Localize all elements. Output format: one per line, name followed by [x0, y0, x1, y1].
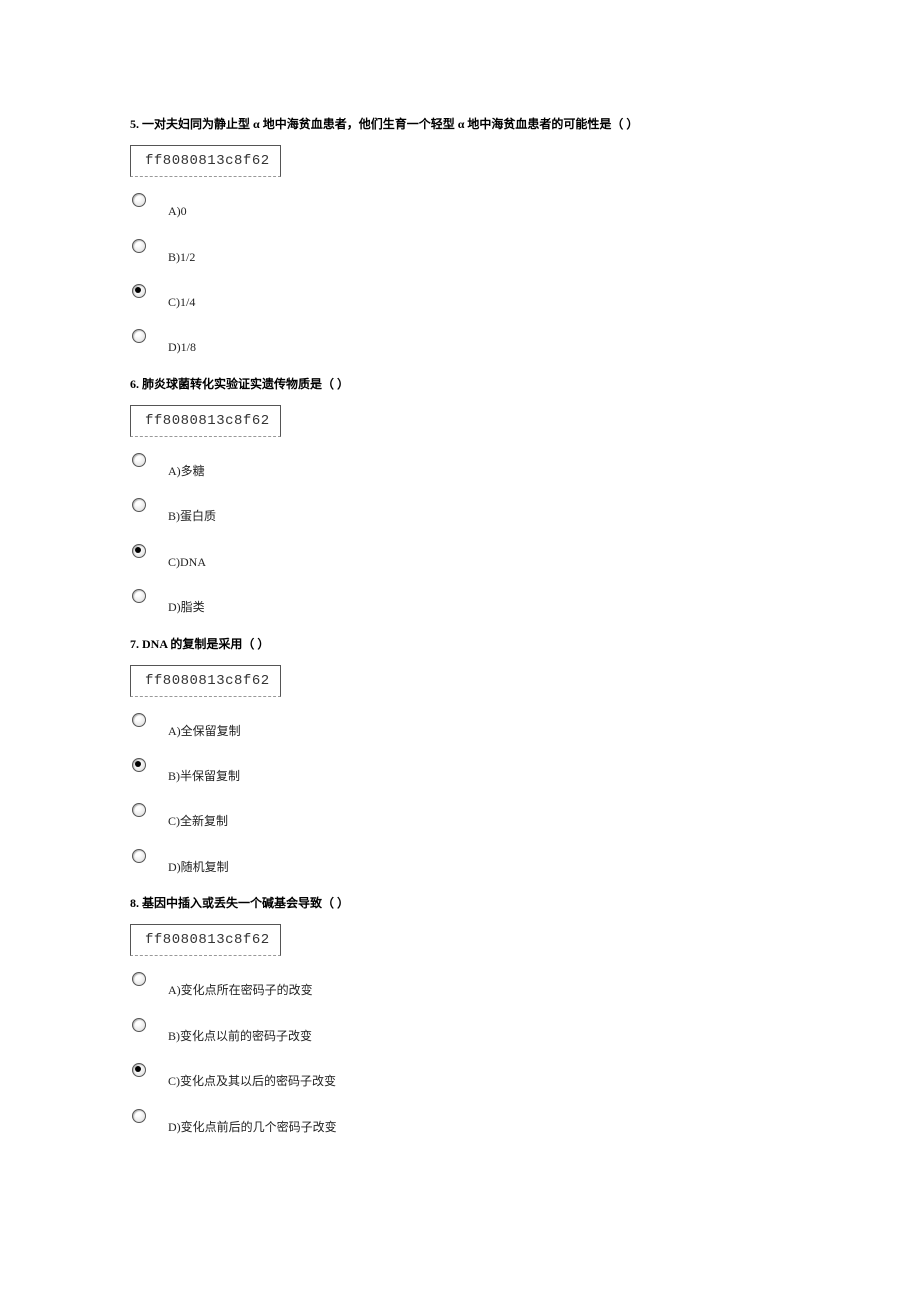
- radio-wrap[interactable]: [130, 972, 168, 986]
- option-row[interactable]: D)脂类: [130, 589, 860, 614]
- radio-icon[interactable]: [132, 284, 146, 298]
- option-row[interactable]: A)多糖: [130, 453, 860, 478]
- radio-wrap[interactable]: [130, 239, 168, 253]
- radio-icon[interactable]: [132, 589, 146, 603]
- page: 5. 一对夫妇同为静止型 α 地中海贫血患者，他们生育一个轻型 α 地中海贫血患…: [0, 0, 920, 1134]
- option-label: B)半保留复制: [168, 758, 240, 783]
- option-label: B)变化点以前的密码子改变: [168, 1018, 312, 1043]
- radio-wrap[interactable]: [130, 453, 168, 467]
- radio-wrap[interactable]: [130, 544, 168, 558]
- radio-wrap[interactable]: [130, 193, 168, 207]
- radio-icon[interactable]: [132, 239, 146, 253]
- options-group: A)变化点所在密码子的改变 B)变化点以前的密码子改变 C)变化点及其以后的密码…: [130, 972, 860, 1134]
- radio-icon[interactable]: [132, 849, 146, 863]
- question-code: ff8080813c8f62: [130, 665, 281, 697]
- question-block: 5. 一对夫妇同为静止型 α 地中海贫血患者，他们生育一个轻型 α 地中海贫血患…: [130, 115, 860, 355]
- option-label: A)0: [168, 193, 187, 218]
- question-text: 基因中插入或丢失一个碱基会导致（ ）: [142, 896, 349, 910]
- option-row[interactable]: A)全保留复制: [130, 713, 860, 738]
- option-row[interactable]: C)变化点及其以后的密码子改变: [130, 1063, 860, 1088]
- option-row[interactable]: C)DNA: [130, 544, 860, 569]
- option-row[interactable]: D)随机复制: [130, 849, 860, 874]
- option-row[interactable]: C)全新复制: [130, 803, 860, 828]
- question-number: 7.: [130, 637, 139, 651]
- option-row[interactable]: A)变化点所在密码子的改变: [130, 972, 860, 997]
- option-label: B)蛋白质: [168, 498, 216, 523]
- radio-icon[interactable]: [132, 544, 146, 558]
- options-group: A)全保留复制 B)半保留复制 C)全新复制 D)随机复制: [130, 713, 860, 875]
- radio-wrap[interactable]: [130, 758, 168, 772]
- question-block: 8. 基因中插入或丢失一个碱基会导致（ ） ff8080813c8f62 A)变…: [130, 894, 860, 1134]
- option-row[interactable]: C)1/4: [130, 284, 860, 309]
- question-number: 8.: [130, 896, 139, 910]
- option-row[interactable]: B)变化点以前的密码子改变: [130, 1018, 860, 1043]
- option-label: A)变化点所在密码子的改变: [168, 972, 313, 997]
- radio-wrap[interactable]: [130, 589, 168, 603]
- options-group: A)0 B)1/2 C)1/4 D)1/8: [130, 193, 860, 355]
- question-title: 8. 基因中插入或丢失一个碱基会导致（ ）: [130, 894, 860, 912]
- option-label: C)全新复制: [168, 803, 228, 828]
- question-number: 5.: [130, 117, 139, 131]
- question-title: 7. DNA 的复制是采用（ ）: [130, 635, 860, 653]
- question-block: 7. DNA 的复制是采用（ ） ff8080813c8f62 A)全保留复制 …: [130, 635, 860, 875]
- option-label: C)1/4: [168, 284, 195, 309]
- option-row[interactable]: D)变化点前后的几个密码子改变: [130, 1109, 860, 1134]
- option-row[interactable]: D)1/8: [130, 329, 860, 354]
- option-label: A)全保留复制: [168, 713, 241, 738]
- question-text: DNA 的复制是采用（ ）: [142, 637, 269, 651]
- radio-wrap[interactable]: [130, 1109, 168, 1123]
- question-block: 6. 肺炎球菌转化实验证实遗传物质是（ ） ff8080813c8f62 A)多…: [130, 375, 860, 615]
- option-row[interactable]: B)半保留复制: [130, 758, 860, 783]
- radio-icon[interactable]: [132, 193, 146, 207]
- option-label: D)随机复制: [168, 849, 229, 874]
- option-label: A)多糖: [168, 453, 205, 478]
- radio-icon[interactable]: [132, 498, 146, 512]
- radio-icon[interactable]: [132, 713, 146, 727]
- question-text: 肺炎球菌转化实验证实遗传物质是（ ）: [142, 377, 349, 391]
- radio-wrap[interactable]: [130, 284, 168, 298]
- option-row[interactable]: B)1/2: [130, 239, 860, 264]
- question-code: ff8080813c8f62: [130, 405, 281, 437]
- radio-wrap[interactable]: [130, 1018, 168, 1032]
- radio-wrap[interactable]: [130, 498, 168, 512]
- radio-icon[interactable]: [132, 758, 146, 772]
- option-label: D)1/8: [168, 329, 196, 354]
- question-text: 一对夫妇同为静止型 α 地中海贫血患者，他们生育一个轻型 α 地中海贫血患者的可…: [142, 117, 638, 131]
- question-code: ff8080813c8f62: [130, 924, 281, 956]
- radio-wrap[interactable]: [130, 713, 168, 727]
- question-code: ff8080813c8f62: [130, 145, 281, 177]
- question-title: 6. 肺炎球菌转化实验证实遗传物质是（ ）: [130, 375, 860, 393]
- radio-wrap[interactable]: [130, 1063, 168, 1077]
- question-number: 6.: [130, 377, 139, 391]
- option-label: D)脂类: [168, 589, 205, 614]
- radio-wrap[interactable]: [130, 803, 168, 817]
- radio-icon[interactable]: [132, 972, 146, 986]
- option-label: B)1/2: [168, 239, 195, 264]
- option-label: D)变化点前后的几个密码子改变: [168, 1109, 337, 1134]
- radio-icon[interactable]: [132, 329, 146, 343]
- option-label: C)变化点及其以后的密码子改变: [168, 1063, 336, 1088]
- option-label: C)DNA: [168, 544, 206, 569]
- question-title: 5. 一对夫妇同为静止型 α 地中海贫血患者，他们生育一个轻型 α 地中海贫血患…: [130, 115, 860, 133]
- radio-wrap[interactable]: [130, 849, 168, 863]
- radio-icon[interactable]: [132, 453, 146, 467]
- radio-icon[interactable]: [132, 1109, 146, 1123]
- option-row[interactable]: A)0: [130, 193, 860, 218]
- radio-wrap[interactable]: [130, 329, 168, 343]
- radio-icon[interactable]: [132, 803, 146, 817]
- option-row[interactable]: B)蛋白质: [130, 498, 860, 523]
- options-group: A)多糖 B)蛋白质 C)DNA D)脂类: [130, 453, 860, 615]
- radio-icon[interactable]: [132, 1018, 146, 1032]
- radio-icon[interactable]: [132, 1063, 146, 1077]
